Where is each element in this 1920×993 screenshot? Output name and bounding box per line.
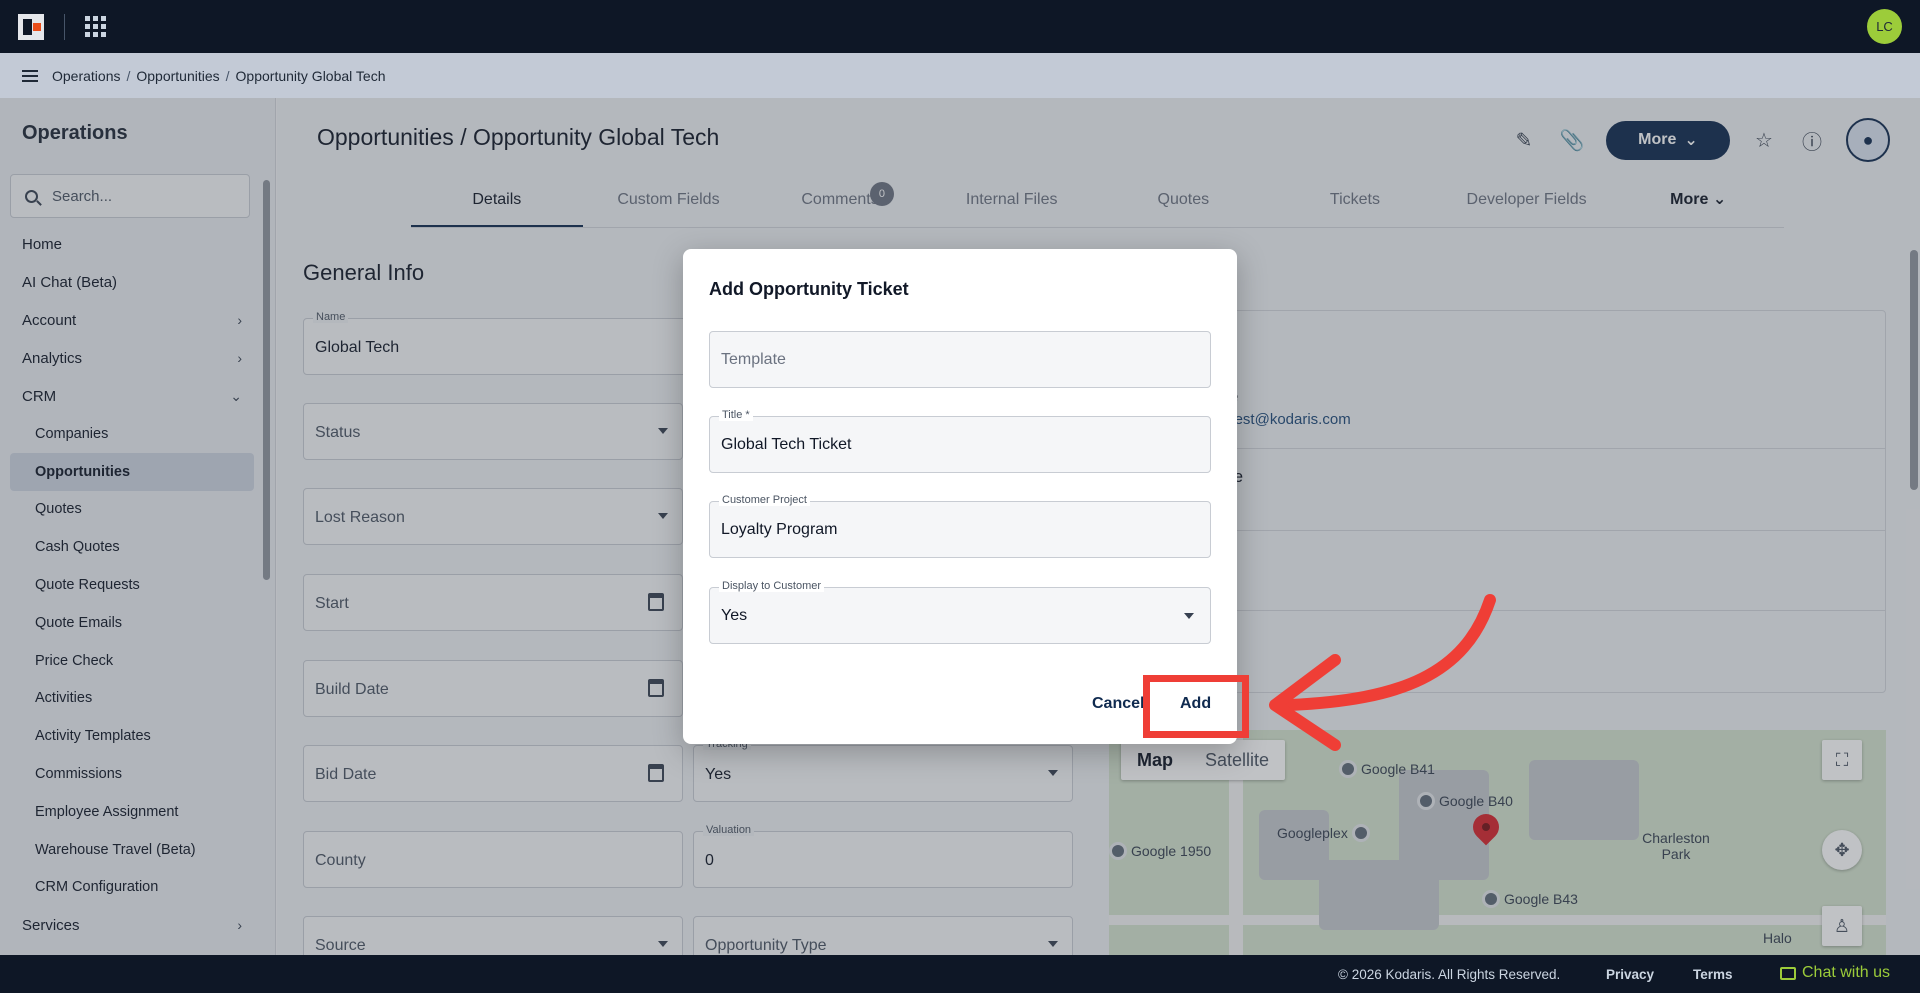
cancel-button[interactable]: Cancel <box>1092 695 1144 713</box>
display-to-customer-select[interactable]: Display to Customer Yes <box>709 580 1211 644</box>
divider <box>64 13 65 40</box>
dropdown-arrow-icon <box>1184 613 1194 619</box>
template-select[interactable]: Template <box>709 331 1211 388</box>
privacy-link[interactable]: Privacy <box>1606 967 1654 982</box>
customer-project-input[interactable]: Customer Project Loyalty Program <box>709 494 1211 558</box>
breadcrumb-item[interactable]: Opportunities <box>136 68 219 84</box>
menu-icon[interactable] <box>22 67 38 85</box>
kodaris-logo[interactable] <box>18 13 44 40</box>
top-bar: LC <box>0 0 1920 53</box>
highlight-box <box>1143 675 1249 738</box>
user-avatar[interactable]: LC <box>1867 9 1902 44</box>
annotation-arrow <box>1269 594 1496 751</box>
chat-button[interactable]: Chat with us <box>1780 964 1890 982</box>
footer: © 2026 Kodaris. All Rights Reserved. Pri… <box>0 955 1920 993</box>
chat-icon <box>1780 966 1796 980</box>
terms-link[interactable]: Terms <box>1693 967 1733 982</box>
apps-grid-icon[interactable] <box>85 16 106 37</box>
breadcrumb-item[interactable]: Operations <box>52 68 120 84</box>
breadcrumb-bar: Operations / Opportunities / Opportunity… <box>0 53 1920 98</box>
copyright: © 2026 Kodaris. All Rights Reserved. <box>1338 967 1561 982</box>
dialog-title: Add Opportunity Ticket <box>709 279 909 299</box>
add-ticket-dialog: Add Opportunity Ticket Template Title * … <box>683 249 1237 744</box>
ticket-title-input[interactable]: Title * Global Tech Ticket <box>709 409 1211 473</box>
breadcrumb-item: Opportunity Global Tech <box>235 67 386 84</box>
